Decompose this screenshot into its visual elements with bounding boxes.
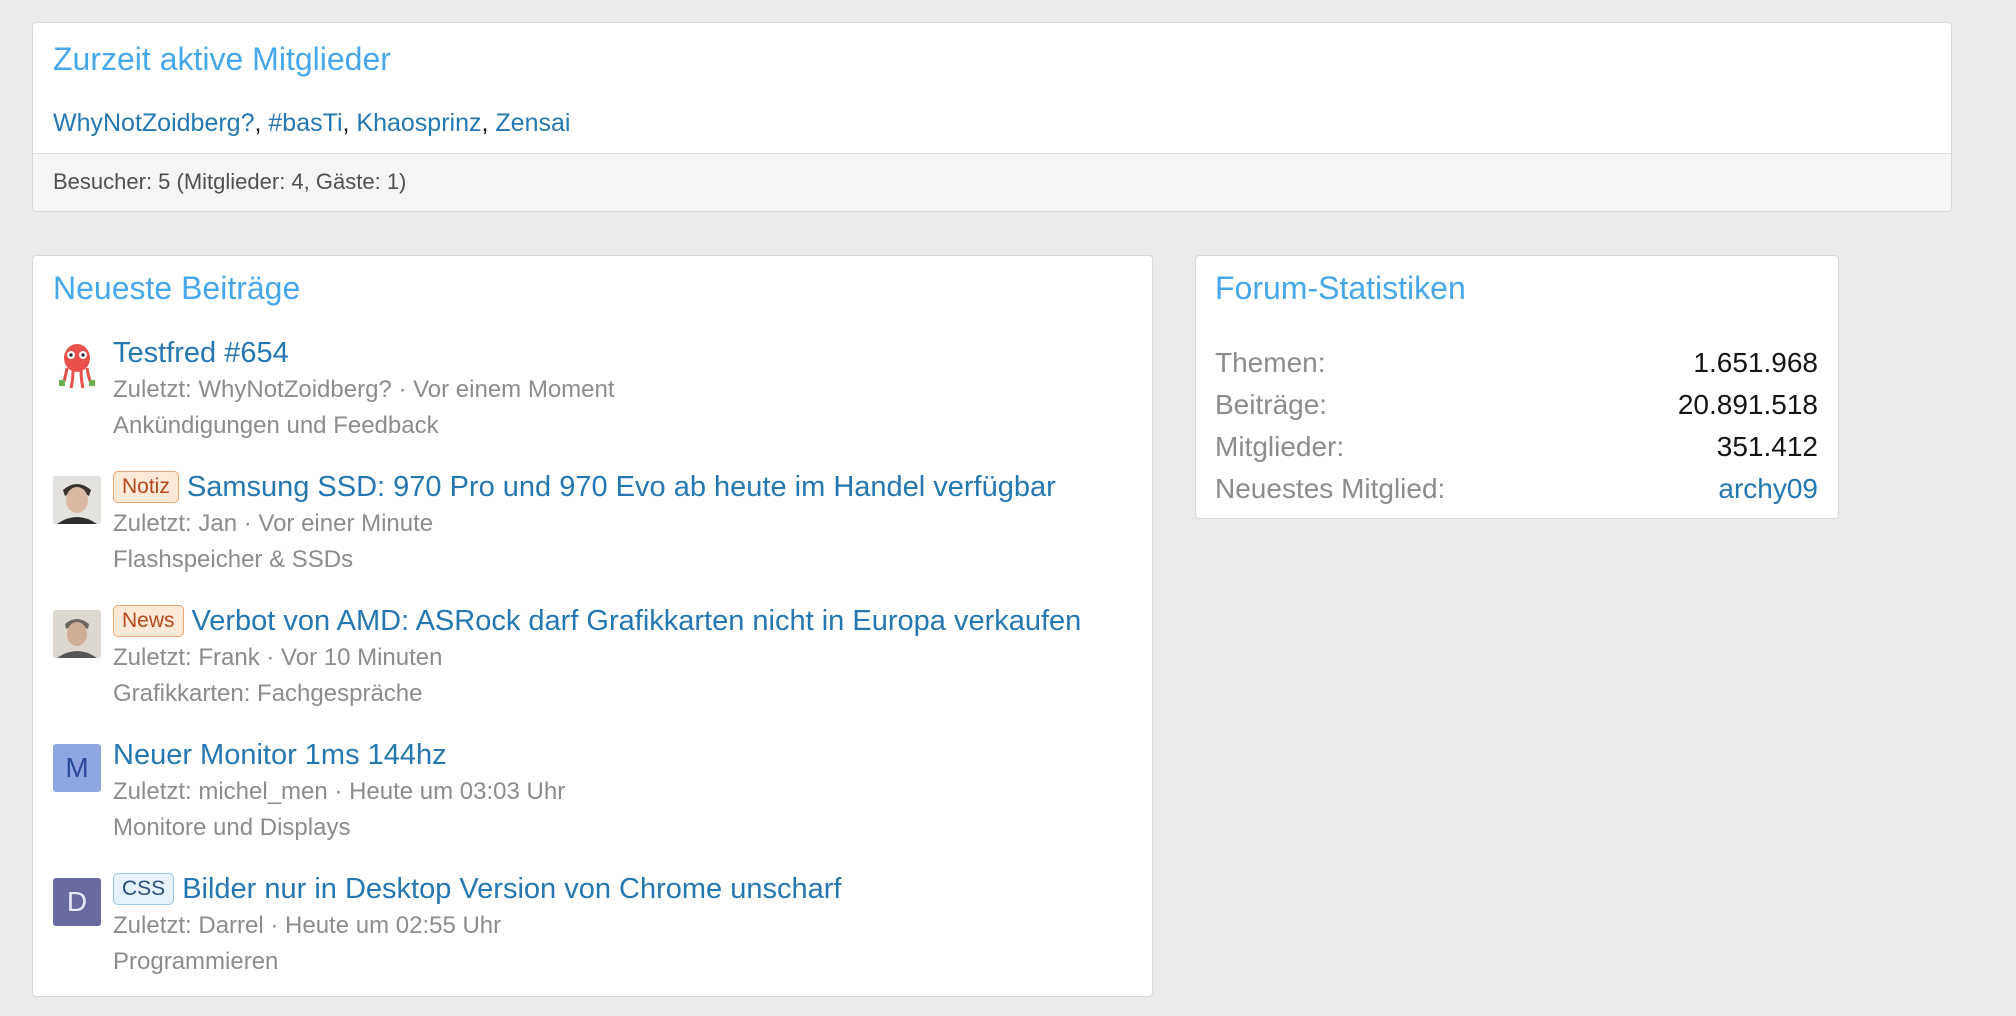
post-last-reply: Zuletzt: michel_men · Heute um 03:03 Uhr (113, 778, 566, 805)
prefix-label: Notiz (113, 471, 179, 503)
list-item: News Verbot von AMD: ASRock darf Grafikk… (53, 602, 1142, 736)
stat-row-newest-member: Neuestes Mitglied: archy09 (1215, 468, 1818, 510)
stat-value: 20.891.518 (1677, 389, 1818, 420)
post-title-link[interactable]: Verbot von AMD: ASRock darf Grafikkarten… (192, 602, 1082, 640)
post-title-link[interactable]: Samsung SSD: 970 Pro und 970 Evo ab heut… (187, 468, 1056, 506)
stat-value: 351.412 (1716, 431, 1818, 462)
post-list: Testfred #654 Zuletzt: WhyNotZoidberg? ·… (53, 334, 1142, 1004)
post-body: Testfred #654 Zuletzt: WhyNotZoidberg? ·… (113, 334, 1142, 468)
post-forum[interactable]: Grafikkarten: Fachgespräche (113, 676, 1142, 712)
list-item: Testfred #654 Zuletzt: WhyNotZoidberg? ·… (53, 334, 1142, 468)
post-last-reply: Zuletzt: Jan · Vor einer Minute (113, 510, 434, 537)
user-avatar-letter[interactable]: M (53, 744, 101, 792)
member-separator: , (342, 109, 357, 137)
post-forum[interactable]: Flashspeicher & SSDs (113, 542, 1142, 578)
member-link[interactable]: Zensai (495, 109, 570, 137)
post-title-link[interactable]: Neuer Monitor 1ms 144hz (113, 736, 447, 774)
post-body: Notiz Samsung SSD: 970 Pro und 970 Evo a… (113, 468, 1142, 602)
stat-label: Beiträge: (1215, 389, 1328, 420)
stat-label: Themen: (1215, 347, 1326, 378)
post-last-reply: Zuletzt: WhyNotZoidberg? · Vor einem Mom… (113, 376, 615, 403)
latest-posts-block: Neueste Beiträge Testfred #654 Zuletzt: … (32, 255, 1153, 997)
active-members-title[interactable]: Zurzeit aktive Mitglieder (53, 41, 391, 78)
stat-label: Neuestes Mitglied: (1215, 473, 1446, 504)
member-link[interactable]: Khaosprinz (356, 109, 481, 137)
newest-member-link[interactable]: archy09 (1718, 468, 1818, 510)
member-separator: , (254, 109, 269, 137)
post-body: CSS Bilder nur in Desktop Version von Ch… (113, 870, 1142, 1004)
user-avatar-letter[interactable]: D (53, 878, 101, 926)
post-body: News Verbot von AMD: ASRock darf Grafikk… (113, 602, 1142, 736)
list-item: Notiz Samsung SSD: 970 Pro und 970 Evo a… (53, 468, 1142, 602)
post-body: Neuer Monitor 1ms 144hz Zuletzt: michel_… (113, 736, 1142, 870)
prefix-label: News (113, 605, 184, 637)
member-link[interactable]: #basTi (268, 109, 342, 137)
active-members-block: Zurzeit aktive Mitglieder WhyNotZoidberg… (32, 22, 1952, 212)
member-link[interactable]: WhyNotZoidberg? (53, 109, 254, 137)
stat-value: 1.651.968 (1693, 347, 1818, 378)
post-title-row: Neuer Monitor 1ms 144hz (113, 736, 1142, 774)
post-title-link[interactable]: Testfred #654 (113, 334, 289, 372)
post-title-row: News Verbot von AMD: ASRock darf Grafikk… (113, 602, 1142, 640)
forum-stats-title[interactable]: Forum-Statistiken (1215, 270, 1466, 307)
stat-row-threads: Themen: 1.651.968 (1215, 342, 1818, 384)
stat-row-posts: Beiträge: 20.891.518 (1215, 384, 1818, 426)
member-separator: , (481, 109, 496, 137)
visitor-count: Besucher: 5 (Mitglieder: 4, Gäste: 1) (33, 153, 1951, 211)
user-avatar[interactable] (53, 476, 101, 524)
post-forum[interactable]: Monitore und Displays (113, 810, 1142, 846)
post-forum[interactable]: Ankündigungen und Feedback (113, 408, 1142, 444)
member-list: WhyNotZoidberg?, #basTi, Khaosprinz, Zen… (53, 109, 570, 138)
stat-row-members: Mitglieder: 351.412 (1215, 426, 1818, 468)
stats-list: Themen: 1.651.968 Beiträge: 20.891.518 M… (1215, 342, 1818, 510)
post-last-reply: Zuletzt: Darrel · Heute um 02:55 Uhr (113, 912, 502, 939)
post-forum[interactable]: Programmieren (113, 944, 1142, 980)
post-last-reply: Zuletzt: Frank · Vor 10 Minuten (113, 644, 443, 671)
stat-label: Mitglieder: (1215, 431, 1345, 462)
forum-stats-block: Forum-Statistiken Themen: 1.651.968 Beit… (1195, 255, 1839, 519)
zoidberg-icon[interactable] (53, 342, 101, 390)
prefix-label: CSS (113, 873, 175, 905)
post-title-row: Notiz Samsung SSD: 970 Pro und 970 Evo a… (113, 468, 1142, 506)
post-title-link[interactable]: Bilder nur in Desktop Version von Chrome… (182, 870, 841, 908)
post-title-row: Testfred #654 (113, 334, 1142, 372)
list-item: M Neuer Monitor 1ms 144hz Zuletzt: miche… (53, 736, 1142, 870)
list-item: D CSS Bilder nur in Desktop Version von … (53, 870, 1142, 1004)
post-title-row: CSS Bilder nur in Desktop Version von Ch… (113, 870, 1142, 908)
user-avatar[interactable] (53, 610, 101, 658)
latest-posts-title[interactable]: Neueste Beiträge (53, 270, 300, 307)
